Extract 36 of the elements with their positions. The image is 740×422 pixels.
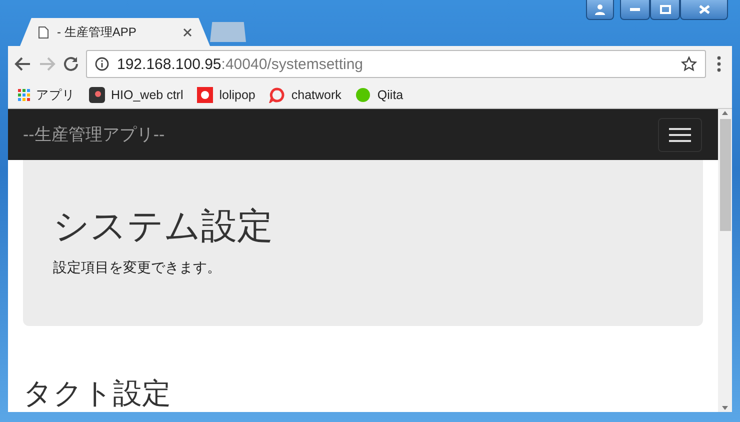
- back-arrow-icon[interactable]: [14, 55, 32, 73]
- star-icon[interactable]: [681, 56, 697, 72]
- minimize-button[interactable]: [620, 0, 650, 20]
- maximize-icon: [660, 5, 670, 14]
- speech-bubble-icon: [269, 87, 286, 103]
- bookmark-link[interactable]: Qiita: [355, 87, 404, 103]
- url-path: :40040/systemsetting: [221, 56, 364, 72]
- page-heading: システム設定: [53, 204, 274, 248]
- page-icon: [38, 26, 49, 38]
- bookmark-link[interactable]: chatwork: [269, 87, 342, 103]
- reload-icon[interactable]: [62, 55, 80, 73]
- menu-toggle-button[interactable]: [658, 118, 702, 152]
- scrollbar[interactable]: [718, 109, 732, 412]
- info-icon: [95, 57, 109, 71]
- scroll-down-icon: [721, 404, 729, 412]
- user-button[interactable]: [586, 0, 614, 20]
- brand-link[interactable]: --生産管理アプリ--: [23, 123, 165, 146]
- menu-icon: [669, 126, 691, 142]
- maximize-button[interactable]: [650, 0, 680, 20]
- close-icon: [183, 28, 192, 36]
- bookmark-link[interactable]: アプリ: [18, 86, 75, 104]
- browser-tab[interactable]: - 生産管理APP: [20, 18, 210, 46]
- lead-text: 設定項目を変更できます。: [53, 259, 222, 277]
- bookmark-link[interactable]: HIO_web ctrl: [89, 87, 184, 103]
- user-icon: [594, 4, 606, 15]
- close-button[interactable]: [680, 0, 728, 20]
- qiita-icon: [355, 87, 372, 103]
- apps-grid-icon: [18, 89, 30, 101]
- url-host: 192.168.100.95: [117, 56, 222, 72]
- minimize-icon: [630, 8, 640, 12]
- section-heading: タクト設定: [23, 377, 172, 412]
- candy-icon: [197, 87, 214, 103]
- bookmark-link[interactable]: lolipop: [197, 87, 256, 103]
- close-icon: [698, 5, 710, 14]
- address-bar[interactable]: 192.168.100.95:40040/systemsetting: [86, 50, 706, 78]
- app-icon: [89, 87, 105, 103]
